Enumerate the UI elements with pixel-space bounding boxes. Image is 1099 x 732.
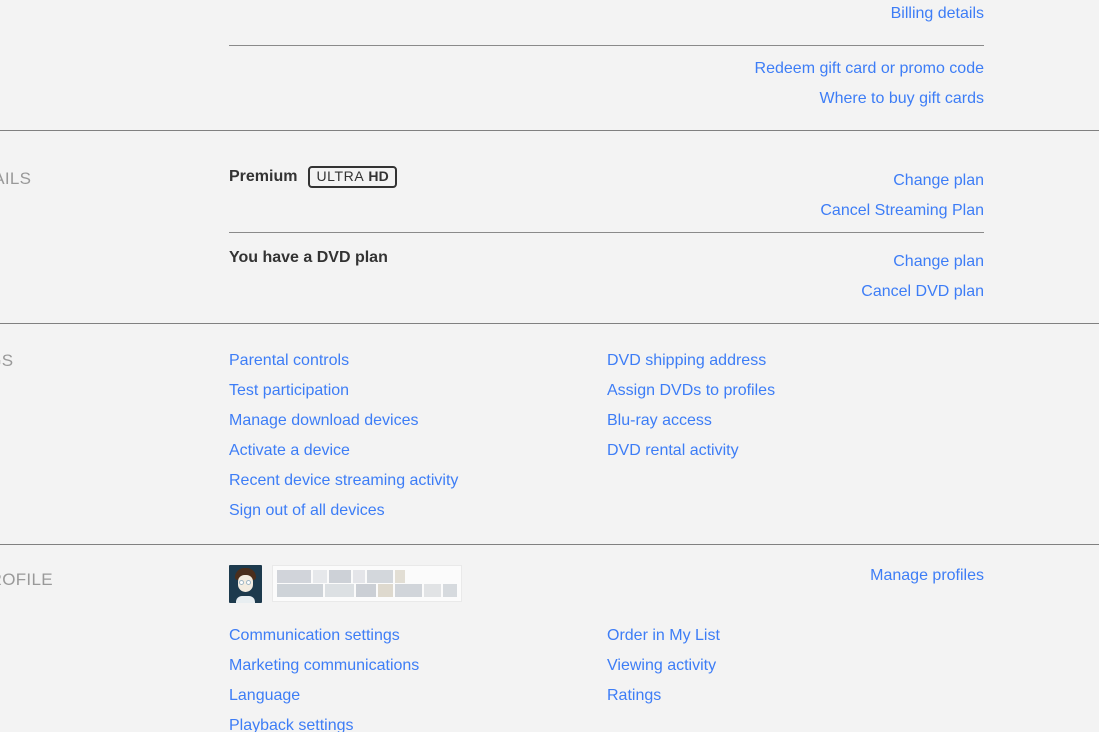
dvd-plan-info: You have a DVD plan [229,247,388,269]
assign-dvds-to-profiles-link[interactable]: Assign DVDs to profiles [607,376,984,406]
profile-section: PROFILE [0,544,1099,732]
plan-details-header: N DETAILS [0,150,229,189]
settings-section-divider [0,323,1099,324]
billing-section-body: Billing details Redeem gift card or prom… [229,4,1099,130]
profile-header-text: PROFILE [0,570,53,589]
settings-section: TINGS Parental controls Test participati… [0,323,1099,544]
redeem-gift-card-link[interactable]: Redeem gift card or promo code [755,54,984,84]
profile-avatar-icon[interactable] [229,565,262,603]
parental-controls-link[interactable]: Parental controls [229,346,607,376]
redacted-line-two [277,584,457,598]
streaming-plan-name: Premium [229,168,298,185]
where-to-buy-gift-cards-link[interactable]: Where to buy gift cards [819,84,984,114]
profile-name-redacted [272,565,462,602]
change-dvd-plan-link[interactable]: Change plan [893,247,984,277]
manage-profiles-container: Manage profiles [870,565,984,587]
gift-card-links: Redeem gift card or promo code Where to … [755,54,984,114]
plan-details-section: N DETAILS Premium ULTRA HD Change plan C… [0,130,1099,323]
plan-details-body: Premium ULTRA HD Change plan Cancel Stre… [229,150,1099,323]
avatar-eye-right [246,580,251,585]
marketing-communications-link[interactable]: Marketing communications [229,651,607,681]
plan-details-header-text: N DETAILS [0,169,32,188]
playback-settings-link[interactable]: Playback settings [229,711,607,732]
redacted-line-one [277,569,457,583]
profile-body: Manage profiles Communication settings M… [229,556,1099,732]
dvd-plan-actions: Change plan Cancel DVD plan [861,247,984,307]
plan-details-section-divider [0,130,1099,131]
profile-column-one: Communication settings Marketing communi… [229,621,607,732]
order-in-my-list-link[interactable]: Order in My List [607,621,984,651]
streaming-plan-actions: Change plan Cancel Streaming Plan [820,166,984,226]
viewing-activity-link[interactable]: Viewing activity [607,651,984,681]
cancel-dvd-plan-link[interactable]: Cancel DVD plan [861,277,984,307]
settings-column-two: DVD shipping address Assign DVDs to prof… [607,346,984,526]
profile-section-divider [0,544,1099,545]
ultra-hd-badge-prefix: ULTRA [316,168,365,184]
settings-column-one: Parental controls Test participation Man… [229,346,607,526]
gift-card-row: Redeem gift card or promo code Where to … [229,46,984,130]
ultra-hd-badge-suffix: HD [368,168,389,184]
recent-device-streaming-activity-link[interactable]: Recent device streaming activity [229,466,607,496]
dvd-rental-activity-link[interactable]: DVD rental activity [607,436,984,466]
account-settings-page: Billing details Redeem gift card or prom… [0,0,1099,732]
avatar-eye-left [239,580,244,585]
streaming-plan-info: Premium ULTRA HD [229,166,397,188]
billing-details-right: Billing details [891,4,984,24]
language-link[interactable]: Language [229,681,607,711]
dvd-shipping-address-link[interactable]: DVD shipping address [607,346,984,376]
billing-details-row: Billing details [229,4,984,30]
blu-ray-access-link[interactable]: Blu-ray access [607,406,984,436]
manage-download-devices-link[interactable]: Manage download devices [229,406,607,436]
profile-identity-row: Manage profiles [229,556,984,603]
settings-link-columns: Parental controls Test participation Man… [229,336,984,544]
ratings-link[interactable]: Ratings [607,681,984,711]
dvd-plan-row: You have a DVD plan Change plan Cancel D… [229,233,984,323]
streaming-plan-row: Premium ULTRA HD Change plan Cancel Stre… [229,150,984,226]
manage-profiles-link[interactable]: Manage profiles [870,565,984,587]
billing-details-link[interactable]: Billing details [891,4,984,24]
cancel-streaming-plan-link[interactable]: Cancel Streaming Plan [820,196,984,226]
settings-header: TINGS [0,336,229,371]
test-participation-link[interactable]: Test participation [229,376,607,406]
billing-section: Billing details Redeem gift card or prom… [0,0,1099,130]
avatar-body [236,596,255,603]
communication-settings-link[interactable]: Communication settings [229,621,607,651]
profile-link-columns: Communication settings Marketing communi… [229,603,984,732]
profile-header: PROFILE [0,556,229,590]
change-streaming-plan-link[interactable]: Change plan [893,166,984,196]
sign-out-of-all-devices-link[interactable]: Sign out of all devices [229,496,607,526]
settings-body: Parental controls Test participation Man… [229,336,1099,544]
profile-chip[interactable] [229,565,462,603]
profile-column-two: Order in My List Viewing activity Rating… [607,621,984,732]
dvd-plan-name: You have a DVD plan [229,249,388,266]
settings-header-text: TINGS [0,351,14,370]
activate-a-device-link[interactable]: Activate a device [229,436,607,466]
ultra-hd-badge: ULTRA HD [308,166,397,188]
